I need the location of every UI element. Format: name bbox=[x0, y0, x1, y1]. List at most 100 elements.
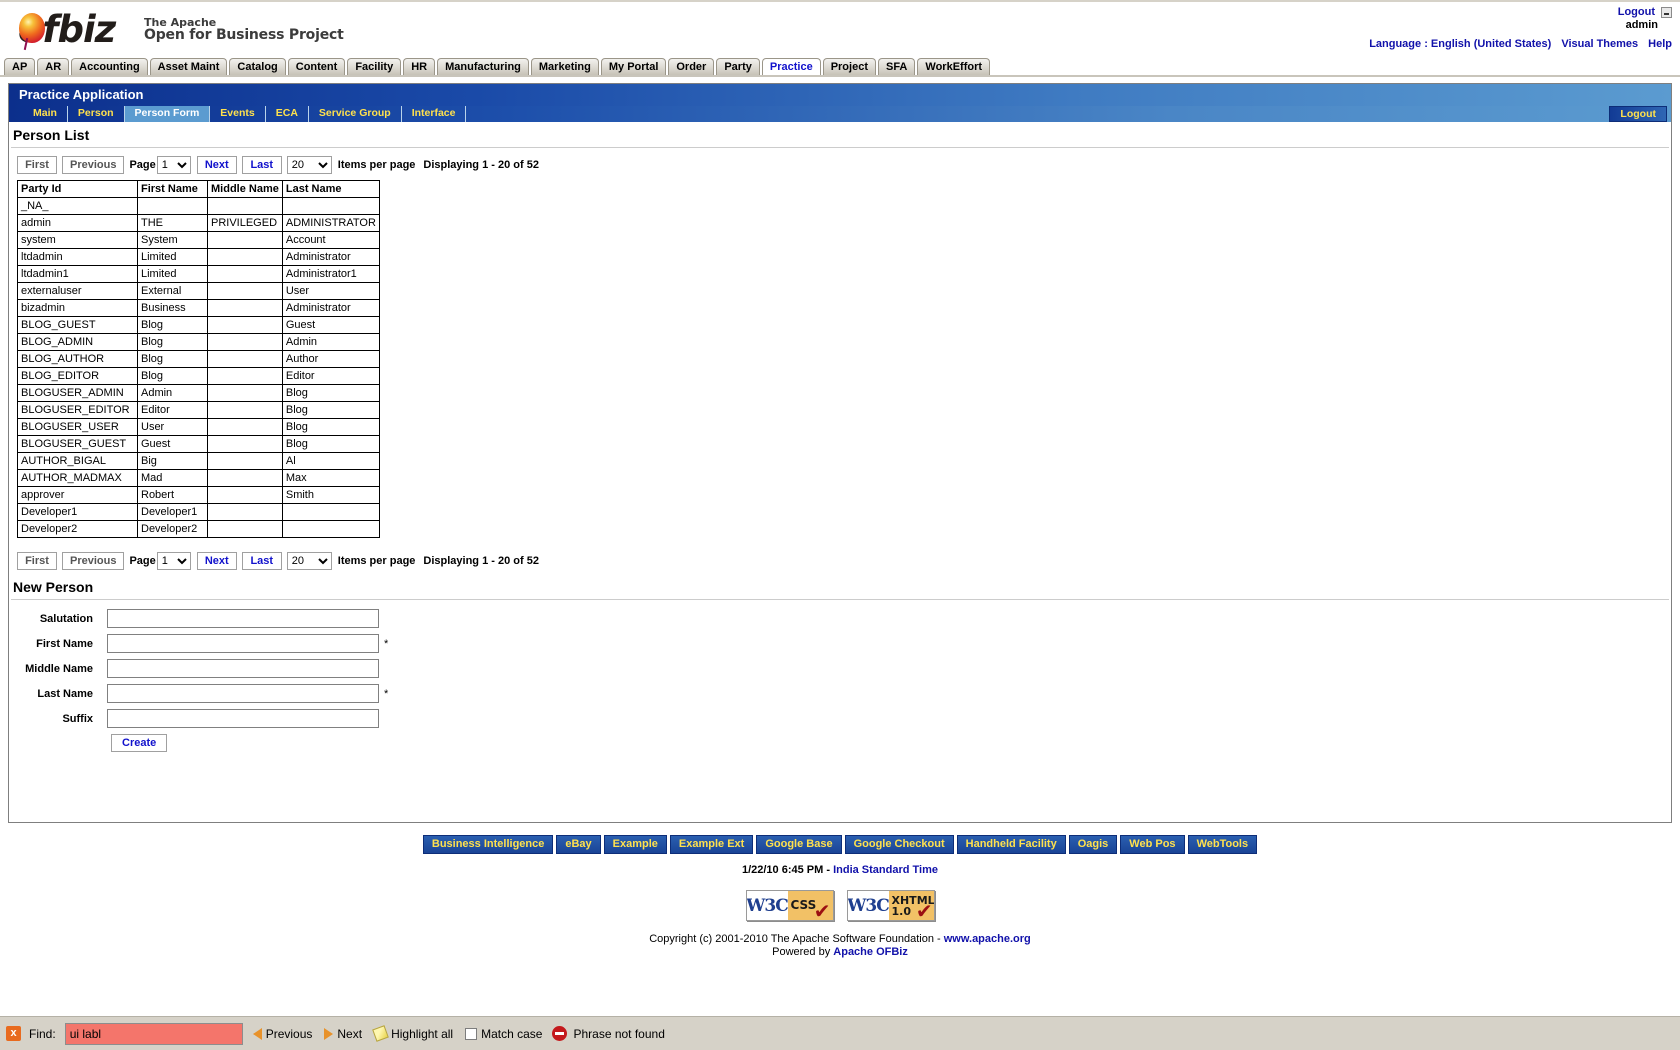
footer-button-ebay[interactable]: eBay bbox=[556, 835, 601, 854]
app-tab-accounting[interactable]: Accounting bbox=[71, 58, 148, 75]
app-logout-button[interactable]: Logout bbox=[1609, 106, 1667, 122]
app-tab-facility[interactable]: Facility bbox=[347, 58, 402, 75]
app-tab-workeffort[interactable]: WorkEffort bbox=[917, 58, 991, 75]
table-row[interactable]: Developer1 Developer1 bbox=[17, 503, 380, 521]
previous-button-bottom[interactable]: Previous bbox=[62, 552, 125, 570]
cell-party-id: system bbox=[17, 231, 138, 249]
next-button-bottom[interactable]: Next bbox=[196, 552, 237, 570]
create-button[interactable]: Create bbox=[111, 734, 168, 752]
language-link[interactable]: Language : English (United States) bbox=[1369, 38, 1551, 50]
table-row[interactable]: Developer2 Developer2 bbox=[17, 520, 380, 538]
previous-button-top[interactable]: Previous bbox=[62, 156, 125, 174]
app-tab-project[interactable]: Project bbox=[822, 58, 876, 75]
app-menu-person-form[interactable]: Person Form bbox=[124, 106, 211, 122]
table-row[interactable]: ltdadmin1 Limited Administrator1 bbox=[17, 265, 380, 283]
w3c-xhtml-badge[interactable]: W3C XHTML 1.0 ✔ bbox=[846, 890, 935, 921]
visual-themes-link[interactable]: Visual Themes bbox=[1561, 38, 1638, 50]
table-row[interactable]: BLOG_ADMIN Blog Admin bbox=[17, 333, 380, 351]
w3c-css-badge[interactable]: W3C CSS ✔ bbox=[745, 890, 834, 921]
table-row[interactable]: BLOGUSER_ADMIN Admin Blog bbox=[17, 384, 380, 402]
items-per-page-select-top[interactable]: 203050100 bbox=[286, 156, 332, 174]
app-tab-catalog[interactable]: Catalog bbox=[229, 58, 286, 75]
last-name-input[interactable] bbox=[107, 684, 379, 703]
cell-first-name: Blog bbox=[137, 350, 208, 368]
match-case-checkbox[interactable]: Match case bbox=[463, 1025, 544, 1043]
find-next-button[interactable]: Next bbox=[322, 1025, 364, 1043]
last-button-bottom[interactable]: Last bbox=[241, 552, 282, 570]
app-menu-eca[interactable]: ECA bbox=[266, 106, 309, 122]
page-select-bottom[interactable]: 123 bbox=[156, 552, 191, 570]
app-tab-hr[interactable]: HR bbox=[403, 58, 436, 75]
table-row[interactable]: BLOG_EDITOR Blog Editor bbox=[17, 367, 380, 385]
table-row[interactable]: BLOGUSER_USER User Blog bbox=[17, 418, 380, 436]
footer-button-google-base[interactable]: Google Base bbox=[756, 835, 842, 854]
app-tab-order[interactable]: Order bbox=[668, 58, 715, 75]
salutation-input[interactable] bbox=[107, 609, 379, 628]
table-row[interactable]: externaluser External User bbox=[17, 282, 380, 300]
last-button-top[interactable]: Last bbox=[241, 156, 282, 174]
app-menu-interface[interactable]: Interface bbox=[402, 106, 467, 122]
app-tab-manufacturing[interactable]: Manufacturing bbox=[437, 58, 529, 75]
help-link[interactable]: Help bbox=[1648, 38, 1672, 50]
table-row[interactable]: BLOGUSER_GUEST Guest Blog bbox=[17, 435, 380, 453]
cell-party-id: Developer2 bbox=[17, 520, 138, 538]
highlight-all-button[interactable]: Highlight all bbox=[372, 1025, 455, 1043]
apache-org-link[interactable]: www.apache.org bbox=[944, 933, 1031, 945]
app-tab-ar[interactable]: AR bbox=[37, 58, 70, 75]
arrow-right-icon bbox=[324, 1027, 334, 1040]
table-row[interactable]: AUTHOR_MADMAX Mad Max bbox=[17, 469, 380, 487]
next-button-top[interactable]: Next bbox=[196, 156, 237, 174]
page-select-top[interactable]: 123 bbox=[156, 156, 191, 174]
app-tab-sfa[interactable]: SFA bbox=[877, 58, 916, 75]
css-badge-text: CSS bbox=[790, 898, 817, 912]
table-row[interactable]: ltdadmin Limited Administrator bbox=[17, 248, 380, 266]
table-row[interactable]: admin THE PRIVILEGED ADMINISTRATOR bbox=[17, 214, 380, 232]
table-row[interactable]: bizadmin Business Administrator bbox=[17, 299, 380, 317]
cell-middle-name bbox=[207, 248, 283, 266]
app-menu-main[interactable]: Main bbox=[23, 106, 68, 122]
table-row[interactable]: system System Account bbox=[17, 231, 380, 249]
footer-button-example-ext[interactable]: Example Ext bbox=[669, 835, 754, 854]
table-row[interactable]: approver Robert Smith bbox=[17, 486, 380, 504]
first-name-input[interactable] bbox=[107, 634, 379, 653]
suffix-input[interactable] bbox=[107, 709, 379, 728]
footer-button-web-pos[interactable]: Web Pos bbox=[1120, 835, 1185, 854]
search-input[interactable] bbox=[64, 1022, 243, 1045]
footer-button-example[interactable]: Example bbox=[603, 835, 667, 854]
app-tab-asset-maint[interactable]: Asset Maint bbox=[149, 58, 228, 75]
close-icon[interactable]: x bbox=[6, 1026, 21, 1041]
cell-party-id: Developer1 bbox=[17, 503, 138, 521]
cell-first-name: Blog bbox=[137, 333, 208, 351]
table-row[interactable]: BLOG_AUTHOR Blog Author bbox=[17, 350, 380, 368]
first-button-bottom[interactable]: First bbox=[17, 552, 57, 570]
cell-middle-name bbox=[207, 197, 283, 215]
footer-button-oagis[interactable]: Oagis bbox=[1068, 835, 1118, 854]
footer-button-google-checkout[interactable]: Google Checkout bbox=[844, 835, 954, 854]
ofbiz-logo[interactable]: ofbiz The Apache Open for Business Proje… bbox=[18, 10, 344, 51]
table-row[interactable]: BLOG_GUEST Blog Guest bbox=[17, 316, 380, 334]
first-button-top[interactable]: First bbox=[17, 156, 57, 174]
footer-button-webtools[interactable]: WebTools bbox=[1187, 835, 1258, 854]
app-menu-person[interactable]: Person bbox=[68, 106, 125, 122]
app-menu-events[interactable]: Events bbox=[210, 106, 266, 122]
middle-name-input[interactable] bbox=[107, 659, 379, 678]
table-row[interactable]: AUTHOR_BIGAL Big Al bbox=[17, 452, 380, 470]
apache-ofbiz-link[interactable]: Apache OFBiz bbox=[833, 946, 908, 958]
app-tab-party[interactable]: Party bbox=[716, 58, 760, 75]
app-tab-ap[interactable]: AP bbox=[4, 58, 36, 75]
app-tab-practice[interactable]: Practice bbox=[761, 58, 821, 75]
pagination-top: First Previous Page 123 Next Last 203050… bbox=[9, 148, 1671, 178]
minimize-icon[interactable] bbox=[1661, 7, 1672, 18]
app-menu-service-group[interactable]: Service Group bbox=[309, 106, 402, 122]
items-per-page-select-bottom[interactable]: 203050100 bbox=[286, 552, 332, 570]
table-row[interactable]: _NA_ bbox=[17, 197, 380, 215]
app-tab-my-portal[interactable]: My Portal bbox=[600, 58, 667, 75]
find-previous-button[interactable]: Previous bbox=[251, 1025, 315, 1043]
masthead-logout-row: Logout bbox=[1369, 6, 1672, 19]
table-row[interactable]: BLOGUSER_EDITOR Editor Blog bbox=[17, 401, 380, 419]
app-tab-marketing[interactable]: Marketing bbox=[530, 58, 599, 75]
footer-button-handheld-facility[interactable]: Handheld Facility bbox=[956, 835, 1066, 854]
logout-link[interactable]: Logout bbox=[1618, 6, 1655, 19]
app-tab-content[interactable]: Content bbox=[287, 58, 346, 75]
footer-button-business-intelligence[interactable]: Business Intelligence bbox=[422, 835, 554, 854]
